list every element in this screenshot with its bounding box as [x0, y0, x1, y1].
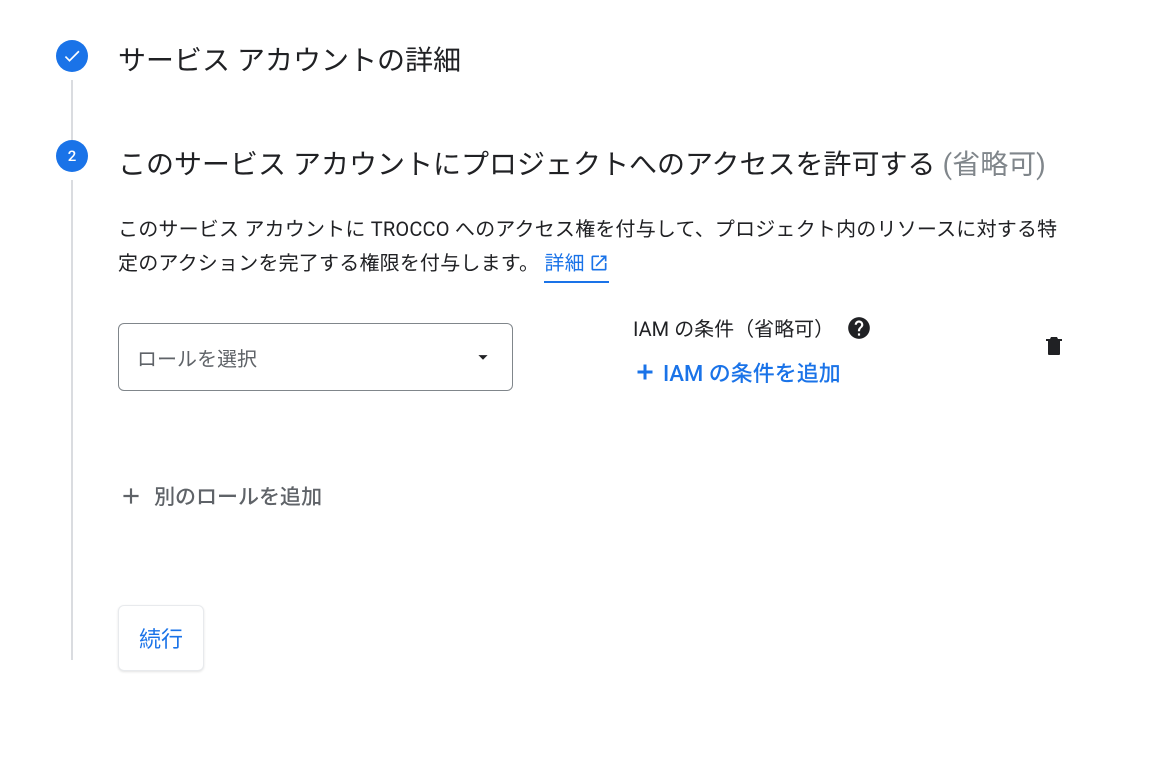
- step2-title: このサービス アカウントにプロジェクトへのアクセスを許可する (省略可): [118, 146, 1068, 184]
- open-in-new-icon: [589, 253, 609, 273]
- step2-indicator: 2: [56, 140, 88, 172]
- step2-title-main: このサービス アカウントにプロジェクトへのアクセスを許可する: [118, 148, 936, 181]
- details-link-text: 詳細: [544, 246, 584, 280]
- step-connector: [71, 180, 73, 660]
- continue-button[interactable]: 続行: [118, 605, 204, 671]
- help-icon[interactable]: [846, 315, 872, 341]
- role-select-dropdown[interactable]: ロールを選択: [118, 323, 513, 391]
- add-iam-condition-label: IAM の条件を追加: [663, 356, 841, 388]
- trash-icon: [1042, 334, 1066, 358]
- add-another-role-label: 別のロールを追加: [154, 481, 322, 511]
- plus-icon: [633, 360, 657, 384]
- details-link[interactable]: 詳細: [544, 246, 608, 283]
- step2-title-optional: (省略可): [943, 148, 1046, 181]
- iam-condition-header-text: IAM の条件（省略可）: [633, 313, 834, 342]
- step-connector: [71, 80, 73, 140]
- step2-description: このサービス アカウントに TROCCO へのアクセス権を付与して、プロジェクト…: [118, 212, 1068, 283]
- iam-condition-header: IAM の条件（省略可）: [633, 313, 1020, 342]
- step1-complete-icon: [56, 40, 88, 72]
- check-icon: [62, 46, 82, 66]
- add-another-role-button[interactable]: 別のロールを追加: [118, 477, 322, 515]
- plus-icon: [118, 483, 144, 509]
- role-select-placeholder: ロールを選択: [137, 343, 257, 372]
- add-iam-condition-button[interactable]: IAM の条件を追加: [633, 356, 1020, 388]
- step1-title[interactable]: サービス アカウントの詳細: [118, 42, 1068, 80]
- dropdown-arrow-icon: [472, 346, 494, 368]
- delete-role-button[interactable]: [1040, 331, 1068, 361]
- step2-number: 2: [68, 147, 77, 165]
